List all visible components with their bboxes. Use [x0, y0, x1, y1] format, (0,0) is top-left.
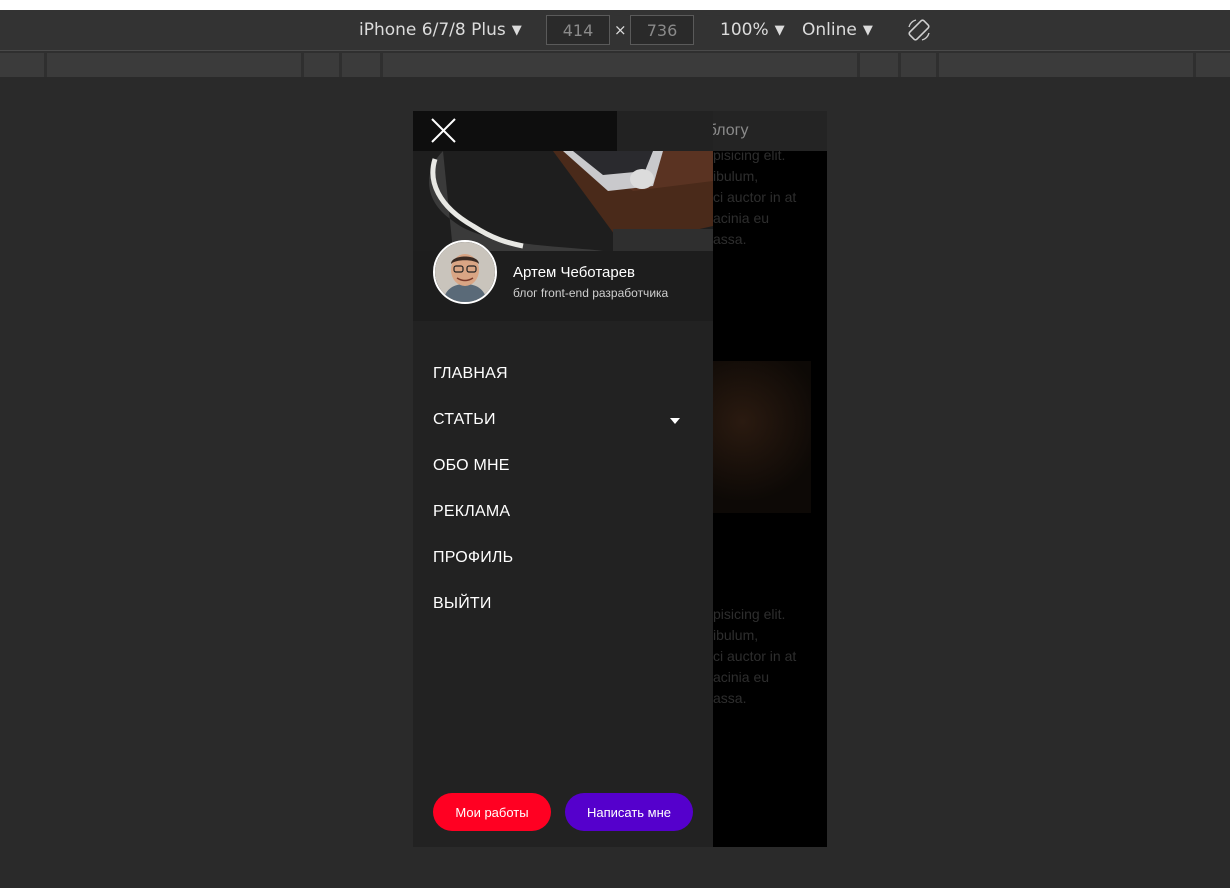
background-text-line: assa. [713, 231, 747, 247]
nav-item-logout[interactable]: ВЫЙТИ [413, 581, 713, 627]
device-select[interactable]: iPhone 6/7/8 Plus ▼ [359, 10, 522, 50]
profile-name: Артем Чеботарев [513, 264, 636, 281]
write-me-button[interactable]: Написать мне [565, 793, 693, 831]
zoom-label: 100% [720, 20, 769, 40]
profile-cover-image [413, 151, 713, 251]
nav-item-label: ВЫЙТИ [433, 595, 492, 612]
background-article-image [713, 361, 811, 513]
background-text-line: acinia eu [713, 669, 770, 685]
nav-item-profile[interactable]: ПРОФИЛЬ [413, 535, 713, 581]
device-toolbar: iPhone 6/7/8 Plus ▼ 414 × 736 100% ▼ Onl… [0, 10, 1230, 51]
browser-top-strip [0, 0, 1230, 10]
nav-item-label: ОБО МНЕ [433, 457, 510, 474]
device-viewport: pisicing elit. ibulum, ci auctor in at a… [413, 111, 827, 847]
background-text-line: ibulum, [713, 627, 759, 643]
nav-item-label: ГЛАВНАЯ [433, 365, 508, 382]
background-text-line: ci auctor in at [713, 189, 797, 205]
media-query-bar [0, 51, 1230, 77]
nav-item-label: ПРОФИЛЬ [433, 549, 514, 566]
close-icon[interactable] [427, 118, 459, 144]
chevron-down-icon: ▼ [774, 22, 785, 38]
drawer-nav: ГЛАВНАЯ СТАТЬИ ОБО МНЕ РЕКЛАМА ПРОФИЛЬ В… [413, 351, 713, 627]
nav-item-home[interactable]: ГЛАВНАЯ [413, 351, 713, 397]
my-works-button[interactable]: Мои работы [433, 793, 551, 831]
background-text-line: acinia eu [713, 210, 770, 226]
nav-item-ads[interactable]: РЕКЛАМА [413, 489, 713, 535]
chevron-down-icon: ▼ [511, 22, 522, 38]
background-text-line: ci auctor in at [713, 648, 797, 664]
avatar[interactable] [433, 240, 497, 304]
chevron-down-icon: ▼ [862, 22, 873, 38]
height-input[interactable]: 736 [630, 15, 694, 45]
nav-item-label: СТАТЬИ [433, 411, 496, 428]
drawer-header [413, 111, 617, 151]
background-text-line: assa. [713, 690, 747, 706]
background-text-line: pisicing elit. [713, 606, 786, 622]
network-select[interactable]: Online ▼ [802, 10, 873, 50]
side-drawer: Артем Чеботарев блог front-end разработч… [413, 111, 713, 847]
nav-item-label: РЕКЛАМА [433, 503, 511, 520]
profile-card: Артем Чеботарев блог front-end разработч… [413, 240, 713, 321]
zoom-select[interactable]: 100% ▼ [720, 10, 785, 50]
rotate-device-icon[interactable] [906, 10, 932, 50]
network-label: Online [802, 20, 857, 40]
nav-item-articles[interactable]: СТАТЬИ [413, 397, 713, 443]
dimension-separator: × [614, 21, 627, 39]
nav-item-about[interactable]: ОБО МНЕ [413, 443, 713, 489]
background-text-line: ibulum, [713, 168, 759, 184]
profile-subtitle: блог front-end разработчика [513, 286, 669, 300]
device-label: iPhone 6/7/8 Plus [359, 20, 506, 40]
chevron-down-icon[interactable] [670, 418, 680, 424]
width-input[interactable]: 414 [546, 15, 610, 45]
